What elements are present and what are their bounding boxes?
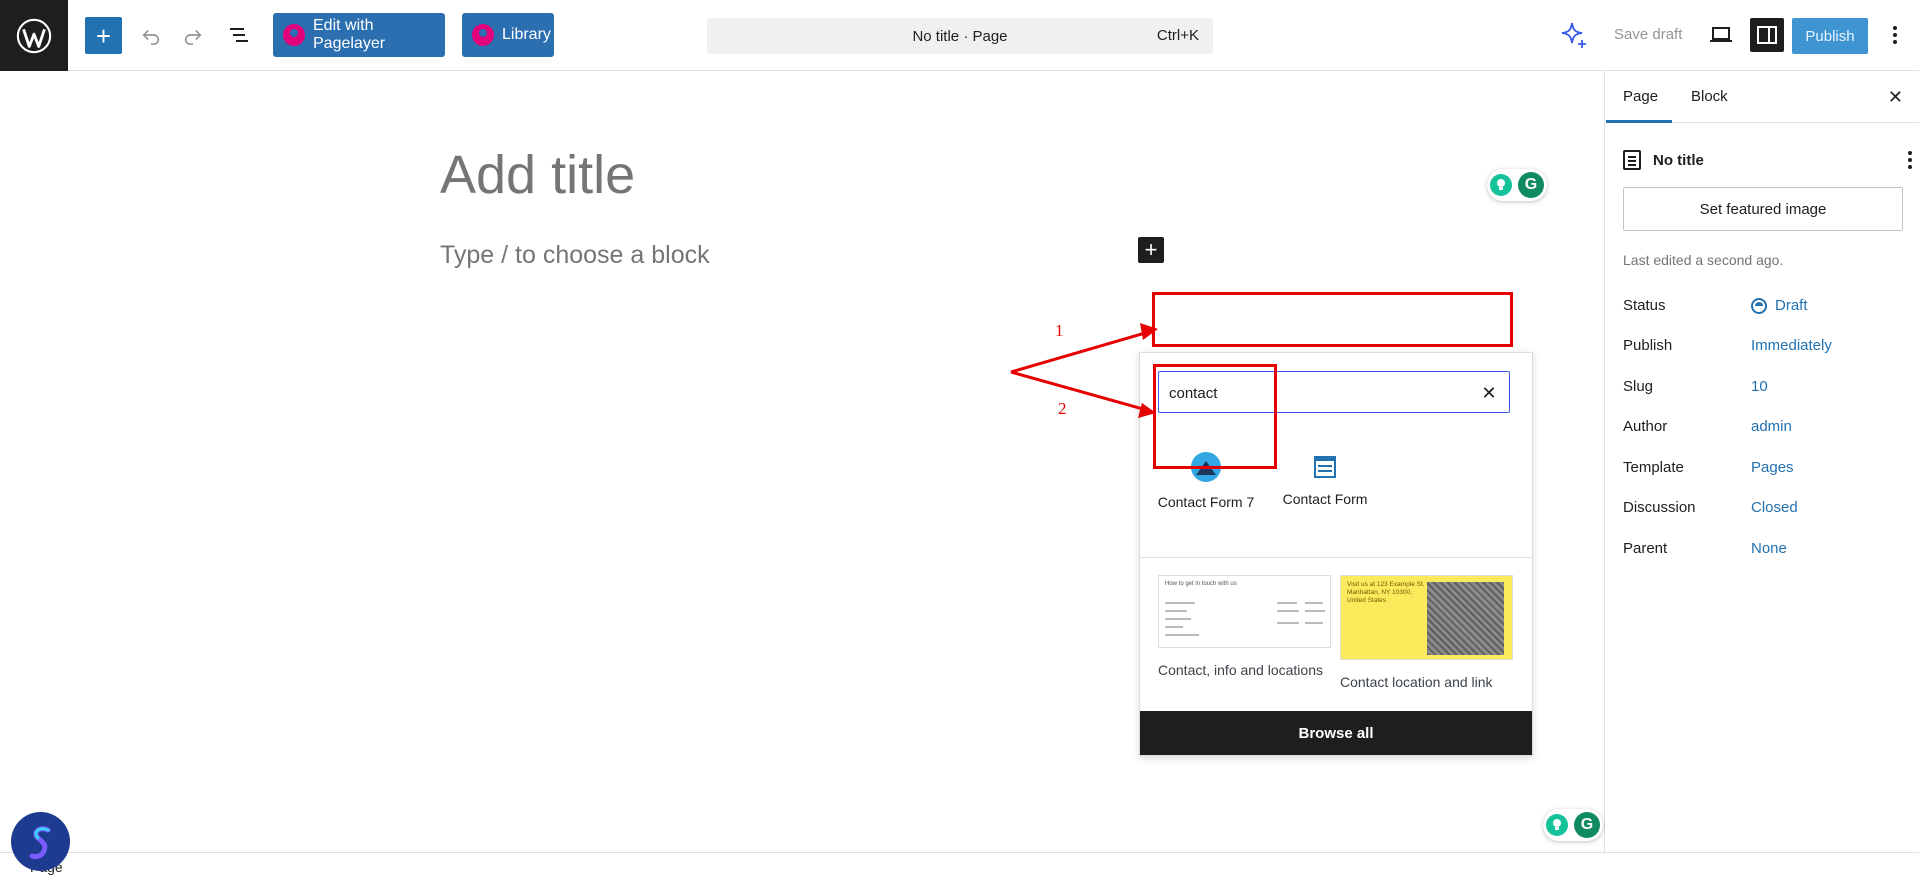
block-inserter-toggle-button[interactable]: + [85,17,122,54]
grammarly-icon: G [1518,172,1544,198]
pattern-preview: How to get in touch with us [1158,575,1331,648]
page-icon [1623,150,1641,170]
browse-all-button[interactable]: Browse all [1140,711,1532,755]
pattern-preview-heading: How to get in touch with us [1165,581,1237,587]
editor-footer: Page [0,852,1919,879]
pagelayer-icon [283,24,305,46]
property-label: Publish [1623,337,1673,354]
plus-icon: + [95,20,112,51]
pagelayer-library-button[interactable]: Library [462,13,554,57]
undo-button[interactable] [136,20,166,50]
property-row-parent: Parent None [1623,540,1913,560]
pattern-label: Contact, info and locations [1158,662,1323,678]
tab-page[interactable]: Page [1623,88,1658,105]
publish-date-value[interactable]: Immediately [1751,337,1832,354]
pattern-item-contact-location-link[interactable]: Visit us at 123 Example St. Manhattan, N… [1340,575,1513,690]
floating-plugin-launcher[interactable] [11,812,70,871]
command-shortcut-hint: Ctrl+K [1156,27,1199,44]
map-thumbnail [1427,582,1504,655]
default-block-appender[interactable]: Type / to choose a block [440,241,710,270]
grammarly-widget[interactable]: G [1543,809,1603,841]
annotation-highlight-search [1152,292,1513,347]
property-row-publish: Publish Immediately [1623,337,1913,357]
wordpress-logo-button[interactable] [0,0,68,71]
property-label: Status [1623,297,1666,314]
contact-form-icon [1314,455,1336,478]
edit-with-pagelayer-button[interactable]: Edit with Pagelayer [273,13,445,57]
more-vertical-icon [1893,26,1897,44]
property-row-discussion: Discussion Closed [1623,499,1913,519]
document-overview-button[interactable] [224,20,254,50]
lightbulb-icon [1546,814,1568,836]
template-value[interactable]: Pages [1751,459,1794,476]
sparkle-icon [1561,22,1586,48]
settings-sidebar-toggle-button[interactable] [1750,18,1784,52]
inline-block-inserter-button[interactable]: + [1138,237,1164,263]
property-label: Slug [1623,378,1654,395]
plus-icon: + [1144,237,1158,262]
property-row-status: Status Draft [1623,297,1913,317]
inserter-divider [1140,557,1532,558]
command-palette-bar[interactable]: No title · Page Ctrl+K [707,18,1213,54]
redo-icon [184,29,202,45]
post-title-field[interactable]: Add title [440,144,635,206]
pattern-label: Contact location and link [1340,674,1493,690]
parent-value[interactable]: None [1751,540,1787,557]
settings-sidebar: Page Block ✕ No title Set featured image… [1606,71,1919,852]
publish-button[interactable]: Publish [1792,18,1868,54]
property-row-template: Template Pages [1623,459,1913,479]
annotation-highlight-contact-form-7 [1153,364,1277,469]
pattern-item-contact-info-locations[interactable]: How to get in touch with us Contact, inf… [1158,575,1331,678]
options-menu-button[interactable] [1880,20,1910,50]
library-label: Library [502,26,551,43]
ai-assistant-button[interactable] [1557,18,1591,52]
desktop-preview-icon [1710,27,1732,42]
property-label: Discussion [1623,499,1696,516]
property-value: Draft [1775,297,1808,314]
set-featured-image-button[interactable]: Set featured image [1623,187,1903,231]
property-row-author: Author admin [1623,418,1913,438]
plugin-s-logo-icon [29,825,50,859]
redo-button[interactable] [178,20,208,50]
property-label: Template [1623,459,1684,476]
more-vertical-icon[interactable] [1907,150,1913,170]
author-value[interactable]: admin [1751,418,1792,435]
save-draft-button[interactable]: Save draft [1614,26,1682,43]
block-item-label: Contact Form [1282,490,1368,507]
annotation-step-1: 1 [1055,321,1064,340]
tab-block[interactable]: Block [1691,88,1728,105]
editor-canvas: Add title Type / to choose a block + G G… [0,71,1605,852]
pattern-preview: Visit us at 123 Example St. Manhattan, N… [1340,575,1513,660]
list-view-icon [230,28,248,42]
draft-status-icon [1751,297,1767,314]
pagelayer-icon [472,24,494,46]
document-summary: No title [1623,147,1913,173]
block-item-contact-form[interactable]: Contact Form [1270,433,1380,528]
active-tab-indicator [1606,120,1672,123]
property-row-slug: Slug 10 [1623,378,1913,398]
close-icon[interactable]: ✕ [1888,87,1903,108]
annotation-step-2: 2 [1058,399,1067,418]
sidebar-icon [1757,26,1777,44]
slug-value[interactable]: 10 [1751,378,1768,395]
document-title-label: No title · Page [912,27,1008,45]
discussion-value[interactable]: Closed [1751,499,1798,516]
close-icon[interactable]: ✕ [1479,383,1499,403]
edit-with-pagelayer-label: Edit with Pagelayer [313,17,386,52]
property-label: Author [1623,418,1668,435]
property-label: Parent [1623,540,1668,557]
wordpress-icon [16,18,52,53]
last-edited-text: Last edited a second ago. [1623,252,1784,268]
document-title: No title [1653,151,1704,169]
preview-button[interactable] [1706,20,1736,50]
editor-top-toolbar: + Edit with Pagelayer Library No title ·… [0,0,1919,71]
grammarly-icon: G [1574,812,1600,838]
grammarly-widget[interactable]: G [1487,169,1547,201]
block-item-label: Contact Form 7 [1157,493,1255,510]
lightbulb-icon [1490,174,1512,196]
pattern-preview-heading: Visit us at 123 Example St. Manhattan, N… [1347,581,1425,604]
sidebar-tabs: Page Block ✕ [1606,71,1919,123]
undo-icon [142,29,160,45]
status-value[interactable]: Draft [1751,297,1808,314]
